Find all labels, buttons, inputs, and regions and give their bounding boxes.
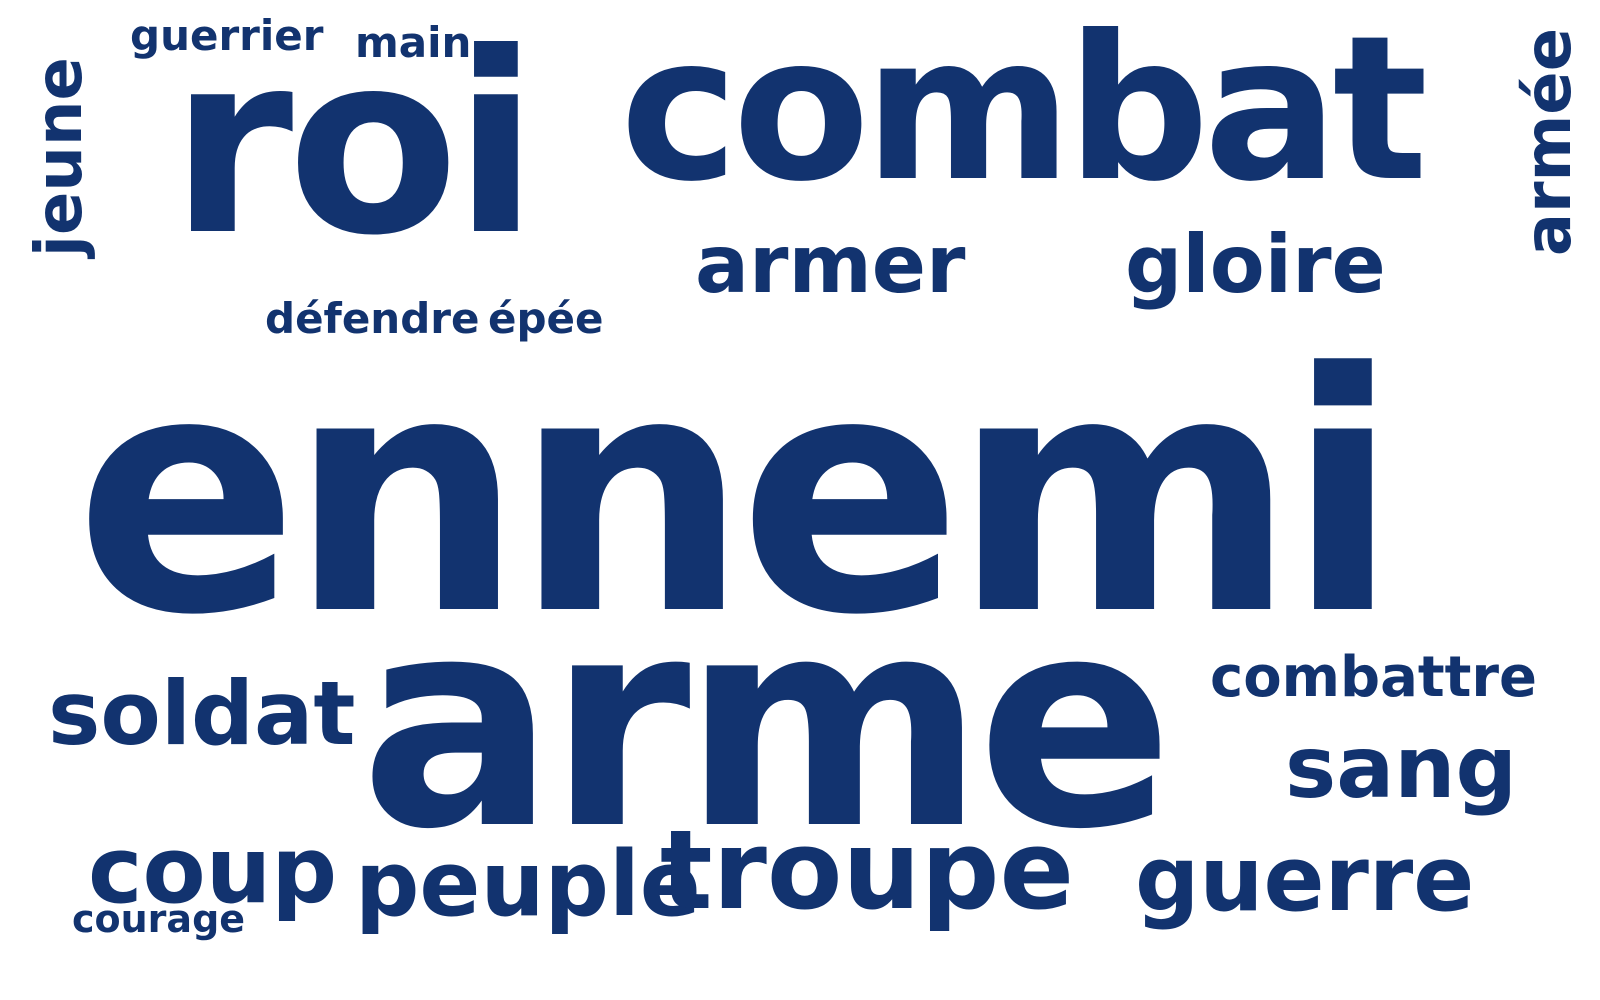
word-soldat: soldat [48, 662, 356, 765]
word-main: main [355, 18, 472, 67]
word-defendre: défendre [265, 294, 480, 343]
word-peuple: peuple [355, 832, 701, 937]
word-guerrier: guerrier [130, 11, 324, 60]
word-jeune: jeune [22, 57, 97, 257]
word-armee: armée [1512, 27, 1587, 257]
word-epee: épée [488, 294, 604, 343]
word-gloire: gloire [1125, 218, 1386, 311]
word-courage: courage [72, 897, 246, 941]
word-troupe: troupe [660, 806, 1075, 934]
word-armer: armer [695, 218, 966, 311]
word-combat: combat [620, 0, 1428, 226]
word-guerre: guerre [1135, 827, 1475, 932]
word-sang: sang [1285, 718, 1518, 818]
word-combattre: combattre [1210, 645, 1538, 710]
word-cloud: ennemi arme roi combat armer gloire guer… [0, 0, 1600, 1000]
